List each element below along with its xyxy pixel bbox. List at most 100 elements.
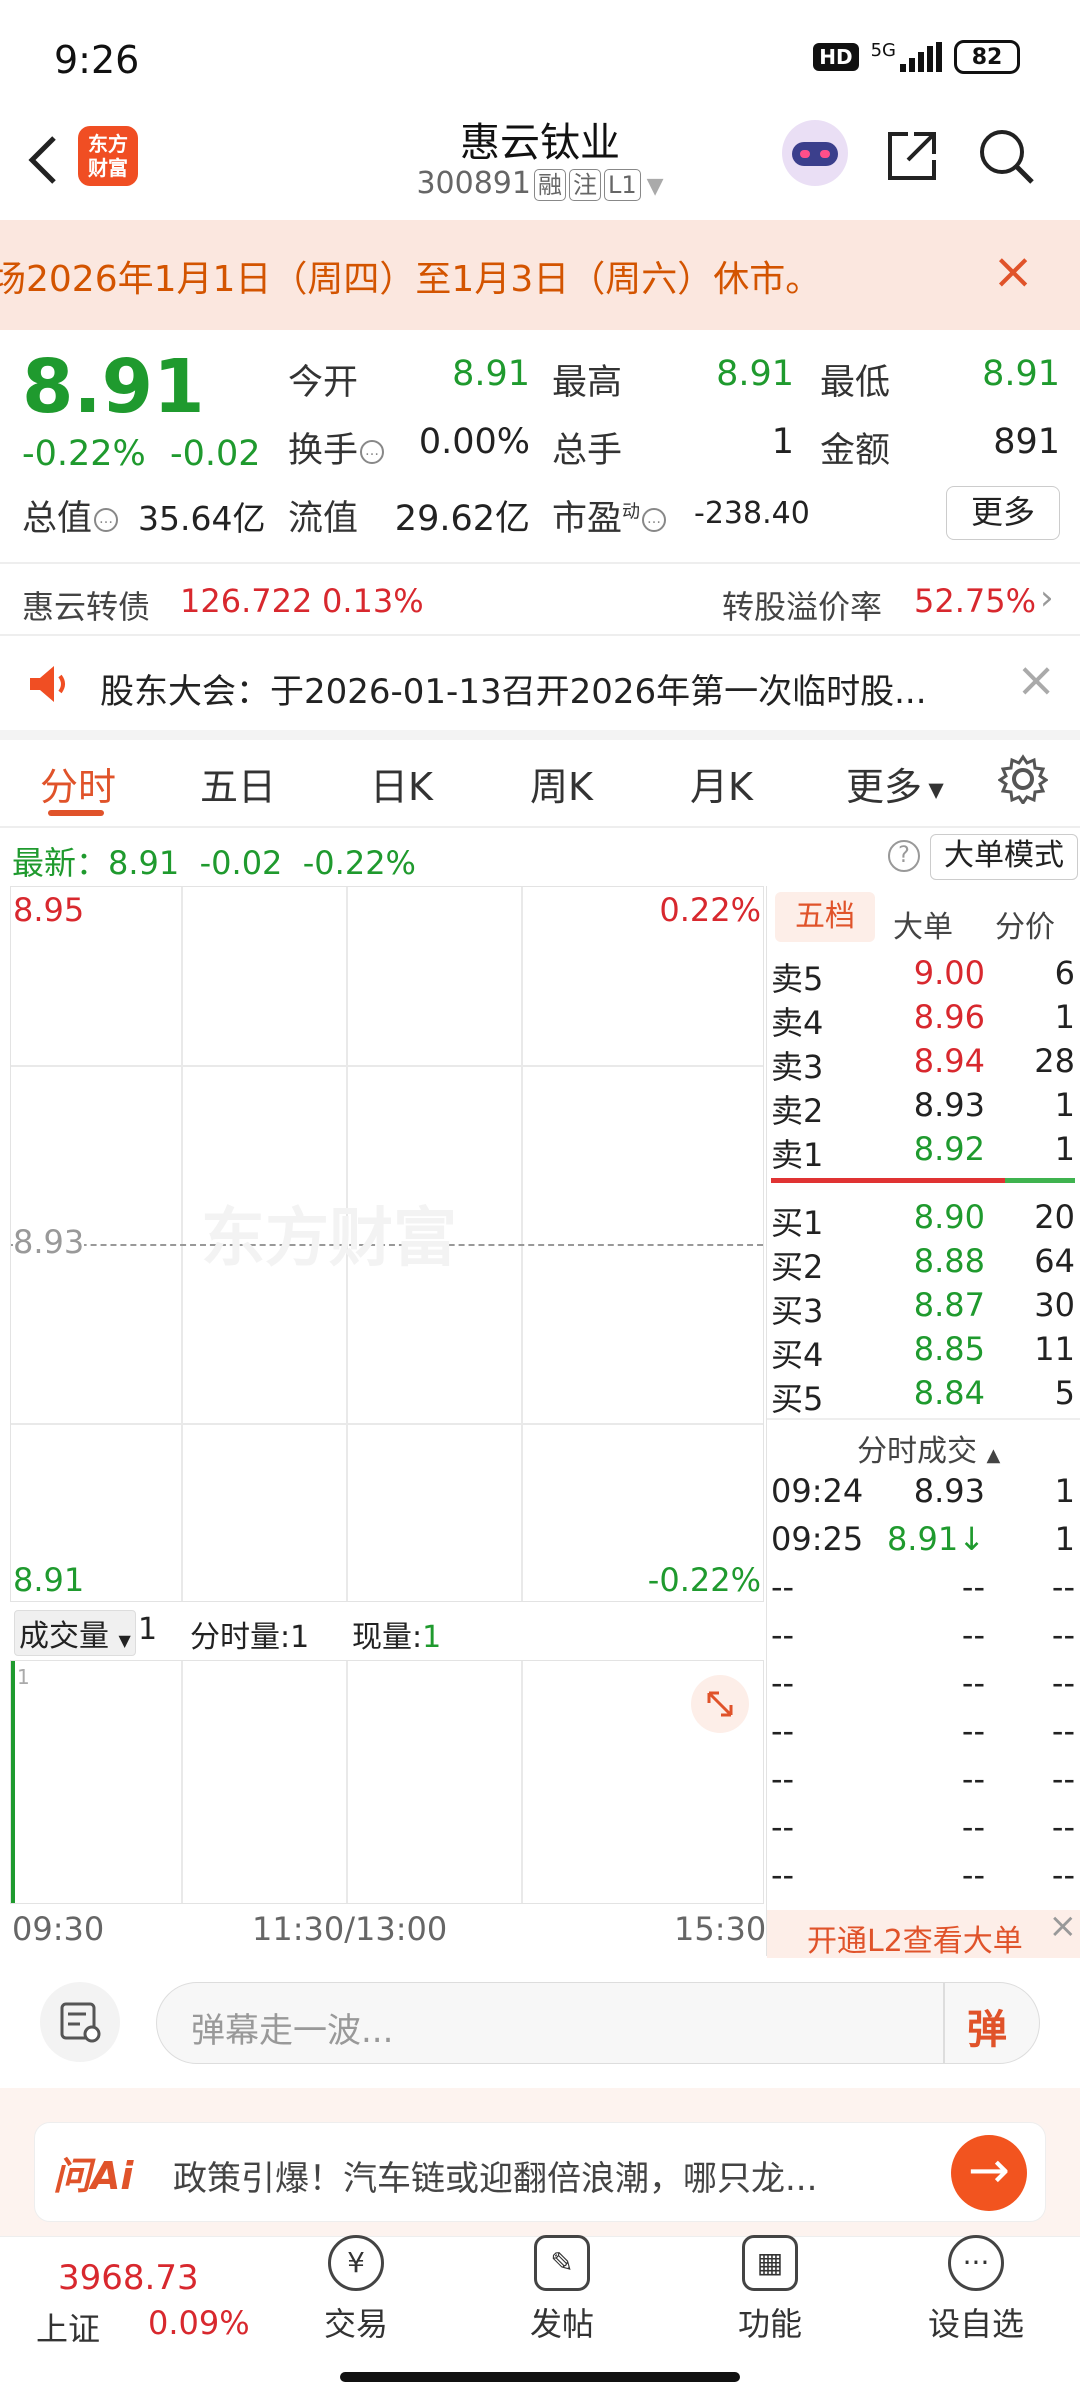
- level-volume: 1: [1054, 1472, 1075, 1510]
- pe-value: -238.40: [694, 496, 810, 531]
- level-price: --: [961, 1808, 985, 1846]
- level-price: 8.90: [913, 1198, 985, 1236]
- level-volume: 5: [1054, 1374, 1075, 1412]
- close-icon[interactable]: ×: [992, 242, 1034, 300]
- close-icon[interactable]: ×: [1049, 1906, 1078, 1946]
- big-order-mode-button[interactable]: 大单模式: [930, 834, 1078, 880]
- level-volume: 20: [1034, 1198, 1075, 1236]
- holiday-banner[interactable]: 场2026年1月1日（周四）至1月3日（周六）休市。 ×: [0, 220, 1080, 330]
- tab-five-levels[interactable]: 五档: [775, 892, 875, 942]
- change-pct: -0.22%: [22, 434, 146, 474]
- ai-prompt[interactable]: 问Ai 政策引爆！汽车链或迎翻倍浪潮，哪只龙... →: [34, 2122, 1046, 2222]
- level-label: 买2: [771, 1248, 824, 1286]
- level-volume: 30: [1034, 1286, 1075, 1324]
- level-price: 8.93: [913, 1086, 985, 1124]
- trades-title[interactable]: 分时成交 ▲: [857, 1426, 1000, 1470]
- arrow-right-icon[interactable]: →: [951, 2135, 1027, 2211]
- low-label: 最低: [820, 363, 891, 403]
- divider: [0, 730, 1080, 740]
- level-price: --: [961, 1712, 985, 1750]
- tab-intraday[interactable]: 分时: [40, 756, 116, 811]
- level-price: 8.96: [913, 998, 985, 1036]
- danmu-input[interactable]: 弹幕走一波... 弹: [156, 1982, 1040, 2064]
- turnover-label: 换手…: [288, 422, 385, 473]
- amount-label: 金额: [820, 431, 891, 471]
- bid-row: 买4 8.85 11: [767, 1330, 1080, 1374]
- chevron-right-icon: ›: [1040, 578, 1054, 618]
- x-start-label: 09:30: [12, 1910, 105, 1948]
- nav-function[interactable]: ▦ 功能: [700, 2235, 840, 2345]
- ask-row: 卖2 8.93 1: [767, 1086, 1080, 1130]
- share-icon[interactable]: [884, 128, 940, 184]
- search-icon[interactable]: [976, 126, 1036, 186]
- grid-icon: ▦: [742, 2235, 798, 2291]
- volume-chart[interactable]: 1: [10, 1660, 764, 1904]
- close-icon[interactable]: ×: [1016, 652, 1056, 708]
- network-label: 5G: [870, 39, 896, 61]
- nav-trade[interactable]: ¥ 交易: [286, 2235, 426, 2345]
- level-volume: --: [1051, 1664, 1075, 1702]
- tab-big-orders[interactable]: 大单: [893, 902, 953, 946]
- level-volume: 1: [1054, 1520, 1075, 1558]
- bid-row: 买5 8.84 5: [767, 1374, 1080, 1418]
- tab-weekly-k[interactable]: 周K: [530, 756, 593, 811]
- level-price: --: [961, 1856, 985, 1894]
- info-icon: …: [360, 440, 385, 464]
- level-volume: 1: [1054, 1130, 1075, 1168]
- nav-add-watchlist[interactable]: ··· 设自选: [906, 2235, 1046, 2345]
- premium-label: 转股溢价率: [722, 588, 883, 626]
- expand-icon[interactable]: [691, 1675, 749, 1733]
- tab-daily-k[interactable]: 日K: [370, 756, 433, 811]
- high-value: 8.91: [716, 354, 794, 394]
- float-value: 29.62亿: [394, 499, 530, 539]
- level-label: --: [771, 1712, 795, 1750]
- more-dots-icon: ···: [948, 2235, 1004, 2291]
- danmu-placeholder: 弹幕走一波...: [191, 2011, 394, 2051]
- banner-text: 场2026年1月1日（周四）至1月3日（周六）休市。: [0, 259, 822, 300]
- l2-promo[interactable]: 开通L2查看大单 ×: [767, 1906, 1080, 1960]
- level-label: 09:24: [771, 1472, 864, 1510]
- price-chart[interactable]: 东方财富 8.95 0.22% 8.93 8.91 -0.22%: [10, 886, 764, 1602]
- level-price: 8.88: [913, 1242, 985, 1280]
- notice-bar[interactable]: 股东大会：于2026-01-13召开2026年第一次临时股... ×: [0, 636, 1080, 730]
- hd-icon: HD: [813, 43, 859, 71]
- level-price: 8.87: [913, 1286, 985, 1324]
- trade-row-empty: -- -- --: [767, 1856, 1080, 1900]
- index-widget[interactable]: 3968.73 上证 0.09%: [20, 2252, 250, 2362]
- volume-axis-label: 1: [17, 1665, 30, 1689]
- change-amount: -0.02: [170, 434, 261, 474]
- index-pct: 0.09%: [148, 2304, 250, 2342]
- level-price: 8.94: [913, 1042, 985, 1080]
- more-button[interactable]: 更多: [946, 486, 1060, 540]
- level-price: 8.93: [913, 1472, 985, 1510]
- low-value: 8.91: [982, 354, 1060, 394]
- trade-row-empty: -- -- --: [767, 1664, 1080, 1708]
- level-price: --: [961, 1568, 985, 1606]
- level-volume: 11: [1034, 1330, 1075, 1368]
- stock-code: 300891: [416, 166, 531, 201]
- level-price: --: [961, 1664, 985, 1702]
- danmu-send-button[interactable]: 弹: [967, 1997, 1007, 2055]
- tab-monthly-k[interactable]: 月K: [690, 756, 753, 811]
- robot-avatar-icon[interactable]: [782, 120, 848, 186]
- bond-pct: 0.13%: [322, 582, 424, 620]
- pct-top-label: 0.22%: [659, 891, 761, 929]
- tab-5day[interactable]: 五日: [200, 756, 276, 811]
- volume-selector[interactable]: 成交量 ▼: [14, 1610, 136, 1656]
- bond-price: 126.722: [180, 582, 313, 620]
- notice-text: 股东大会：于2026-01-13召开2026年第一次临时股...: [100, 672, 927, 712]
- pct-bot-label: -0.22%: [647, 1561, 761, 1599]
- settings-gear-icon[interactable]: [998, 754, 1048, 804]
- convertible-bond-row[interactable]: 惠云转债 126.722 0.13% 转股溢价率 52.75% ›: [0, 564, 1080, 634]
- danmu-settings-icon[interactable]: [40, 1982, 120, 2062]
- y-mid-label: 8.93: [13, 1223, 85, 1261]
- tab-price-dist[interactable]: 分价: [995, 902, 1055, 946]
- tag-margin: 融: [533, 169, 566, 201]
- edit-icon: ✎: [534, 2235, 590, 2291]
- ask-bar: [771, 1178, 1005, 1183]
- level-price: 8.84: [913, 1374, 985, 1412]
- help-icon[interactable]: ?: [888, 840, 920, 872]
- premium-value: 52.75%: [914, 582, 1037, 620]
- nav-post[interactable]: ✎ 发帖: [492, 2235, 632, 2345]
- tab-more[interactable]: 更多 ▼: [846, 756, 944, 811]
